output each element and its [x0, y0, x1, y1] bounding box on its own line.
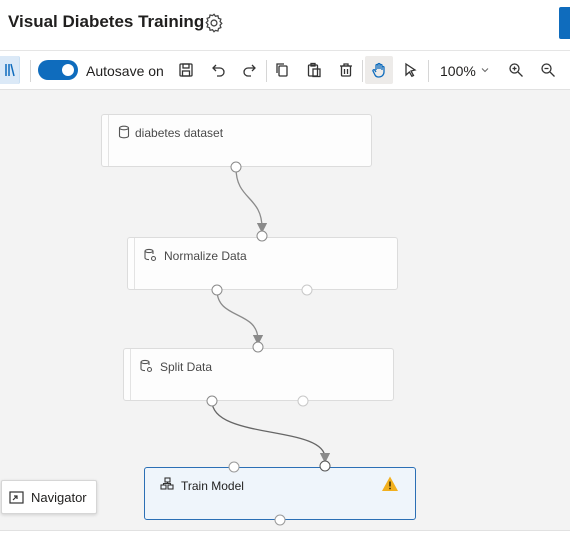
- library-toggle-button[interactable]: [0, 56, 20, 84]
- node-label: Normalize Data: [164, 249, 247, 263]
- pipeline-node-diabetes-dataset[interactable]: diabetes dataset: [101, 114, 372, 167]
- canvas-footer-border: [0, 530, 570, 535]
- module-icon: [140, 359, 153, 373]
- navigator-icon: [9, 491, 24, 504]
- save-button[interactable]: [172, 56, 200, 84]
- node-label: diabetes dataset: [135, 126, 224, 140]
- autosave-label: Autosave on: [86, 63, 164, 79]
- pipeline-node-split-data[interactable]: Split Data: [123, 348, 394, 401]
- pan-icon: [372, 62, 385, 78]
- primary-action-button[interactable]: [559, 7, 570, 39]
- chevron-down-icon[interactable]: [480, 65, 490, 75]
- toggle-knob: [62, 64, 74, 76]
- toolbar-divider: [428, 60, 429, 82]
- zoom-in-button[interactable]: [502, 56, 530, 84]
- redo-button[interactable]: [236, 56, 264, 84]
- zoom-out-icon: [541, 63, 555, 77]
- pan-tool-button[interactable]: [365, 56, 393, 84]
- navigator-button[interactable]: Navigator: [1, 480, 97, 514]
- select-icon: [405, 62, 417, 78]
- save-icon: [179, 63, 193, 77]
- node-label: Split Data: [160, 360, 213, 374]
- warning-icon[interactable]: [381, 475, 399, 493]
- library-icon: [4, 63, 15, 77]
- pipeline-node-normalize-data[interactable]: Normalize Data: [127, 237, 398, 290]
- copy-icon: [276, 63, 288, 77]
- select-tool-button[interactable]: [396, 56, 424, 84]
- train-model-icon: [160, 477, 174, 490]
- paste-button[interactable]: [300, 56, 328, 84]
- zoom-out-button[interactable]: [534, 56, 562, 84]
- gear-icon[interactable]: [203, 12, 225, 34]
- navigator-label: Navigator: [31, 490, 87, 505]
- undo-button[interactable]: [204, 56, 232, 84]
- toolbar-divider: [362, 60, 363, 82]
- node-label: Train Model: [181, 479, 244, 493]
- pipeline-node-train-model[interactable]: Train Model: [144, 467, 416, 520]
- page-header: Visual Diabetes Training: [0, 0, 570, 48]
- undo-icon: [212, 64, 225, 77]
- zoom-in-icon: [509, 63, 523, 77]
- designer-toolbar: Autosave on 100%: [0, 50, 570, 90]
- delete-icon: [340, 63, 352, 77]
- delete-button[interactable]: [332, 56, 360, 84]
- autosave-toggle[interactable]: [38, 60, 78, 80]
- toolbar-divider: [266, 60, 267, 82]
- zoom-level[interactable]: 100%: [440, 63, 476, 79]
- pipeline-title: Visual Diabetes Training: [8, 12, 205, 31]
- redo-icon: [243, 64, 256, 77]
- module-icon: [144, 248, 157, 262]
- paste-icon: [307, 62, 321, 78]
- dataset-icon: [118, 125, 130, 139]
- copy-button[interactable]: [268, 56, 296, 84]
- toolbar-divider: [30, 60, 31, 82]
